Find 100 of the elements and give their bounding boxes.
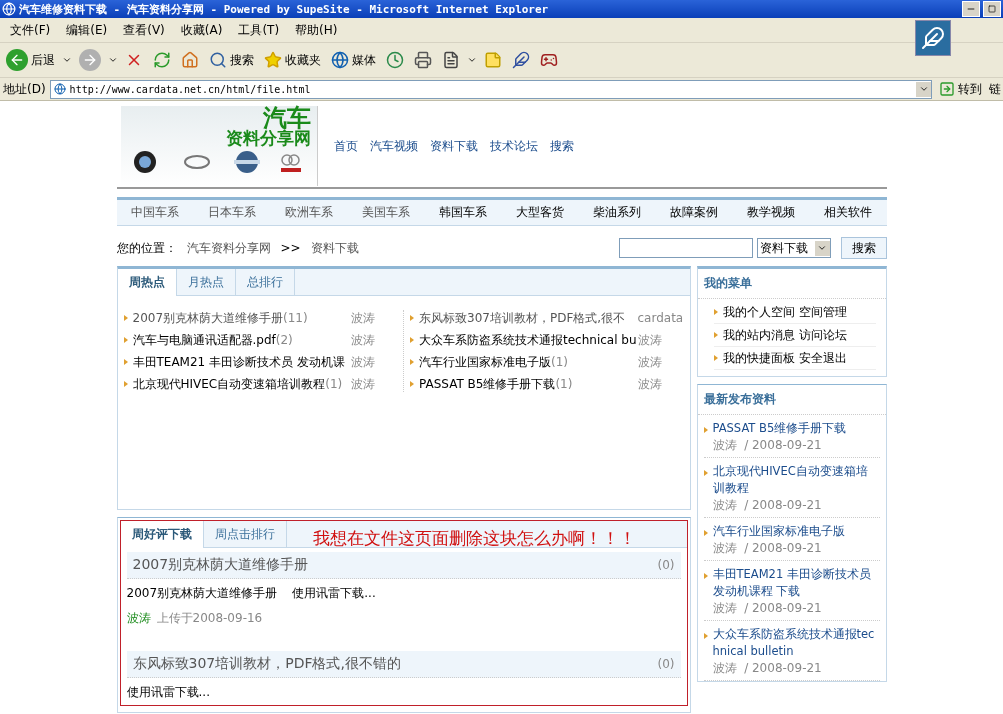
tab[interactable]: 周好评下载 bbox=[120, 521, 204, 548]
bullet-icon bbox=[703, 530, 708, 536]
tab[interactable]: 周点击排行 bbox=[203, 521, 287, 547]
tab[interactable]: 月热点 bbox=[176, 269, 236, 295]
category-link[interactable]: 日本车系 bbox=[208, 204, 256, 221]
category-link[interactable]: 故障案例 bbox=[670, 204, 718, 221]
address-field[interactable]: http://www.cardata.net.cn/html/file.html bbox=[49, 79, 932, 99]
caret-icon[interactable] bbox=[467, 55, 477, 65]
post-meta: 波涛 / 2008-09-21 bbox=[712, 497, 823, 514]
bullet-icon bbox=[703, 427, 708, 433]
toolbar-button[interactable]: 收藏夹 bbox=[261, 49, 324, 71]
category-link[interactable]: 中国车系 bbox=[131, 204, 179, 221]
tab[interactable]: 周热点 bbox=[117, 269, 177, 296]
download-description: 2007别克林荫大道维修手册 使用讯雷下载... bbox=[126, 585, 377, 602]
latest-link[interactable]: 大众车系防盗系统技术通报technical bulletin bbox=[712, 626, 880, 660]
menu-link[interactable]: 我的站内消息 bbox=[722, 326, 799, 344]
article-link[interactable]: 东风标致307培训教材，PDF格式,很不 bbox=[419, 309, 638, 327]
bullet-icon bbox=[713, 332, 718, 338]
panel-title: 最新发布资料 bbox=[697, 385, 886, 415]
download-title[interactable]: 东风标致307培训教材，PDF格式,很不错的 bbox=[132, 655, 401, 673]
nav-link[interactable]: 技术论坛 bbox=[489, 137, 538, 155]
bullet-icon bbox=[410, 337, 414, 343]
menu-item[interactable]: 收藏(A) bbox=[172, 21, 231, 39]
dropdown-button[interactable] bbox=[916, 81, 931, 97]
nav-link[interactable]: 首页 bbox=[333, 137, 358, 155]
links-label[interactable]: 链 bbox=[989, 80, 1001, 98]
category-link[interactable]: 相关软件 bbox=[824, 204, 872, 221]
menu-item[interactable]: 文件(F) bbox=[2, 21, 59, 39]
article-link[interactable]: 北京现代HIVEC自动变速箱培训教程(1) bbox=[132, 375, 351, 393]
uploader-link[interactable]: 波涛 bbox=[126, 610, 151, 627]
article-link[interactable]: 大众车系防盗系统技术通报technical bu bbox=[419, 331, 638, 349]
printer-icon bbox=[414, 51, 432, 69]
menu-link[interactable]: 空间管理 bbox=[799, 303, 876, 321]
document-icon bbox=[442, 51, 460, 69]
toolbar-button[interactable]: 媒体 bbox=[328, 49, 379, 71]
toolbar-button[interactable]: 后退 bbox=[3, 47, 58, 73]
category-link[interactable]: 教学视频 bbox=[747, 204, 795, 221]
article-link[interactable]: 汽车行业国家标准电子版(1) bbox=[419, 353, 638, 371]
bullet-icon bbox=[703, 470, 708, 476]
author-link[interactable]: 波涛 bbox=[351, 331, 397, 349]
toolbar-button[interactable]: 搜索 bbox=[206, 49, 257, 71]
nav-link[interactable]: 资料下载 bbox=[429, 137, 478, 155]
bullet-icon bbox=[713, 309, 718, 315]
author-link[interactable]: 波涛 bbox=[351, 375, 397, 393]
category-link[interactable]: 美国车系 bbox=[362, 204, 410, 221]
category-link[interactable]: 欧洲车系 bbox=[285, 204, 333, 221]
tab[interactable]: 总排行 bbox=[235, 269, 295, 295]
bullet-icon bbox=[123, 381, 128, 387]
article-link[interactable]: 2007别克林荫大道维修手册(11) bbox=[132, 309, 351, 327]
latest-link[interactable]: 汽车行业国家标准电子版 bbox=[712, 523, 845, 540]
category-link[interactable]: 柴油系列 bbox=[593, 204, 641, 221]
category-link[interactable]: 大型客货 bbox=[516, 204, 564, 221]
article-link[interactable]: PASSAT B5维修手册下载(1) bbox=[419, 375, 638, 393]
menu-link[interactable]: 我的个人空间 bbox=[722, 303, 799, 321]
menu-link[interactable]: 访问论坛 bbox=[799, 326, 876, 344]
panel-title: 我的菜单 bbox=[697, 269, 886, 299]
latest-link[interactable]: 丰田TEAM21 丰田诊断技术员发动机课程 下载 bbox=[712, 566, 880, 600]
caret-icon[interactable] bbox=[62, 55, 72, 65]
site-logo[interactable]: 汽车 资料分享网 bbox=[120, 106, 318, 186]
rating-count: (0) bbox=[657, 558, 675, 572]
article-link[interactable]: 丰田TEAM21 丰田诊断技术员 发动机课 bbox=[132, 353, 351, 371]
latest-link[interactable]: PASSAT B5维修手册下载 bbox=[712, 420, 847, 437]
caret-icon[interactable] bbox=[108, 55, 118, 65]
menu-item[interactable]: 查看(V) bbox=[115, 21, 173, 39]
menu-item[interactable]: 工具(T) bbox=[230, 21, 288, 39]
minimize-button[interactable] bbox=[962, 1, 980, 17]
nav-link[interactable]: 搜索 bbox=[549, 137, 574, 155]
menu-link[interactable]: 我的快捷面板 bbox=[722, 349, 799, 367]
download-description: 使用讯雷下载... bbox=[126, 684, 211, 701]
go-button[interactable]: 转到 bbox=[936, 78, 985, 100]
author-link[interactable]: 波涛 bbox=[351, 353, 397, 371]
latest-link[interactable]: 北京现代HIVEC自动变速箱培训教程 bbox=[712, 463, 880, 497]
download-title[interactable]: 2007别克林荫大道维修手册 bbox=[132, 556, 309, 574]
maximize-button[interactable] bbox=[983, 1, 1001, 17]
search-button[interactable]: 搜索 bbox=[840, 237, 887, 259]
menu-item[interactable]: 帮助(H) bbox=[287, 21, 346, 39]
menu-link[interactable]: 安全退出 bbox=[799, 349, 876, 367]
bullet-icon bbox=[410, 381, 414, 387]
author-link[interactable]: cardata bbox=[637, 311, 684, 325]
category-link[interactable]: 韩国车系 bbox=[439, 204, 487, 221]
author-link[interactable]: 波涛 bbox=[637, 331, 684, 349]
post-meta: 波涛 / 2008-09-21 bbox=[712, 660, 823, 677]
author-link[interactable]: 波涛 bbox=[351, 309, 397, 327]
rating-count: (0) bbox=[657, 657, 675, 671]
search-field[interactable] bbox=[618, 238, 753, 258]
breadcrumb-link[interactable]: 资料下载 bbox=[310, 239, 359, 257]
bullet-icon bbox=[123, 337, 128, 343]
category-select[interactable]: 资料下载 bbox=[756, 238, 831, 258]
nav-link[interactable]: 汽车视频 bbox=[369, 137, 418, 155]
author-link[interactable]: 波涛 bbox=[637, 353, 684, 371]
article-link[interactable]: 汽车与电脑通讯适配器.pdf(2) bbox=[132, 331, 351, 349]
menu-item[interactable]: 编辑(E) bbox=[58, 21, 116, 39]
bullet-icon bbox=[703, 633, 708, 639]
breadcrumb-link[interactable]: 汽车资料分享网 bbox=[186, 239, 271, 257]
back-icon bbox=[6, 49, 28, 71]
forward-icon bbox=[79, 49, 101, 71]
bullet-icon bbox=[123, 315, 128, 321]
author-link[interactable]: 波涛 bbox=[637, 375, 684, 393]
window-title: 汽车维修资料下载 - 汽车资料分享网 - Powered by SupeSite - Microsoft Internet Explorer bbox=[19, 1, 550, 17]
post-meta: 波涛 / 2008-09-21 bbox=[712, 437, 823, 454]
